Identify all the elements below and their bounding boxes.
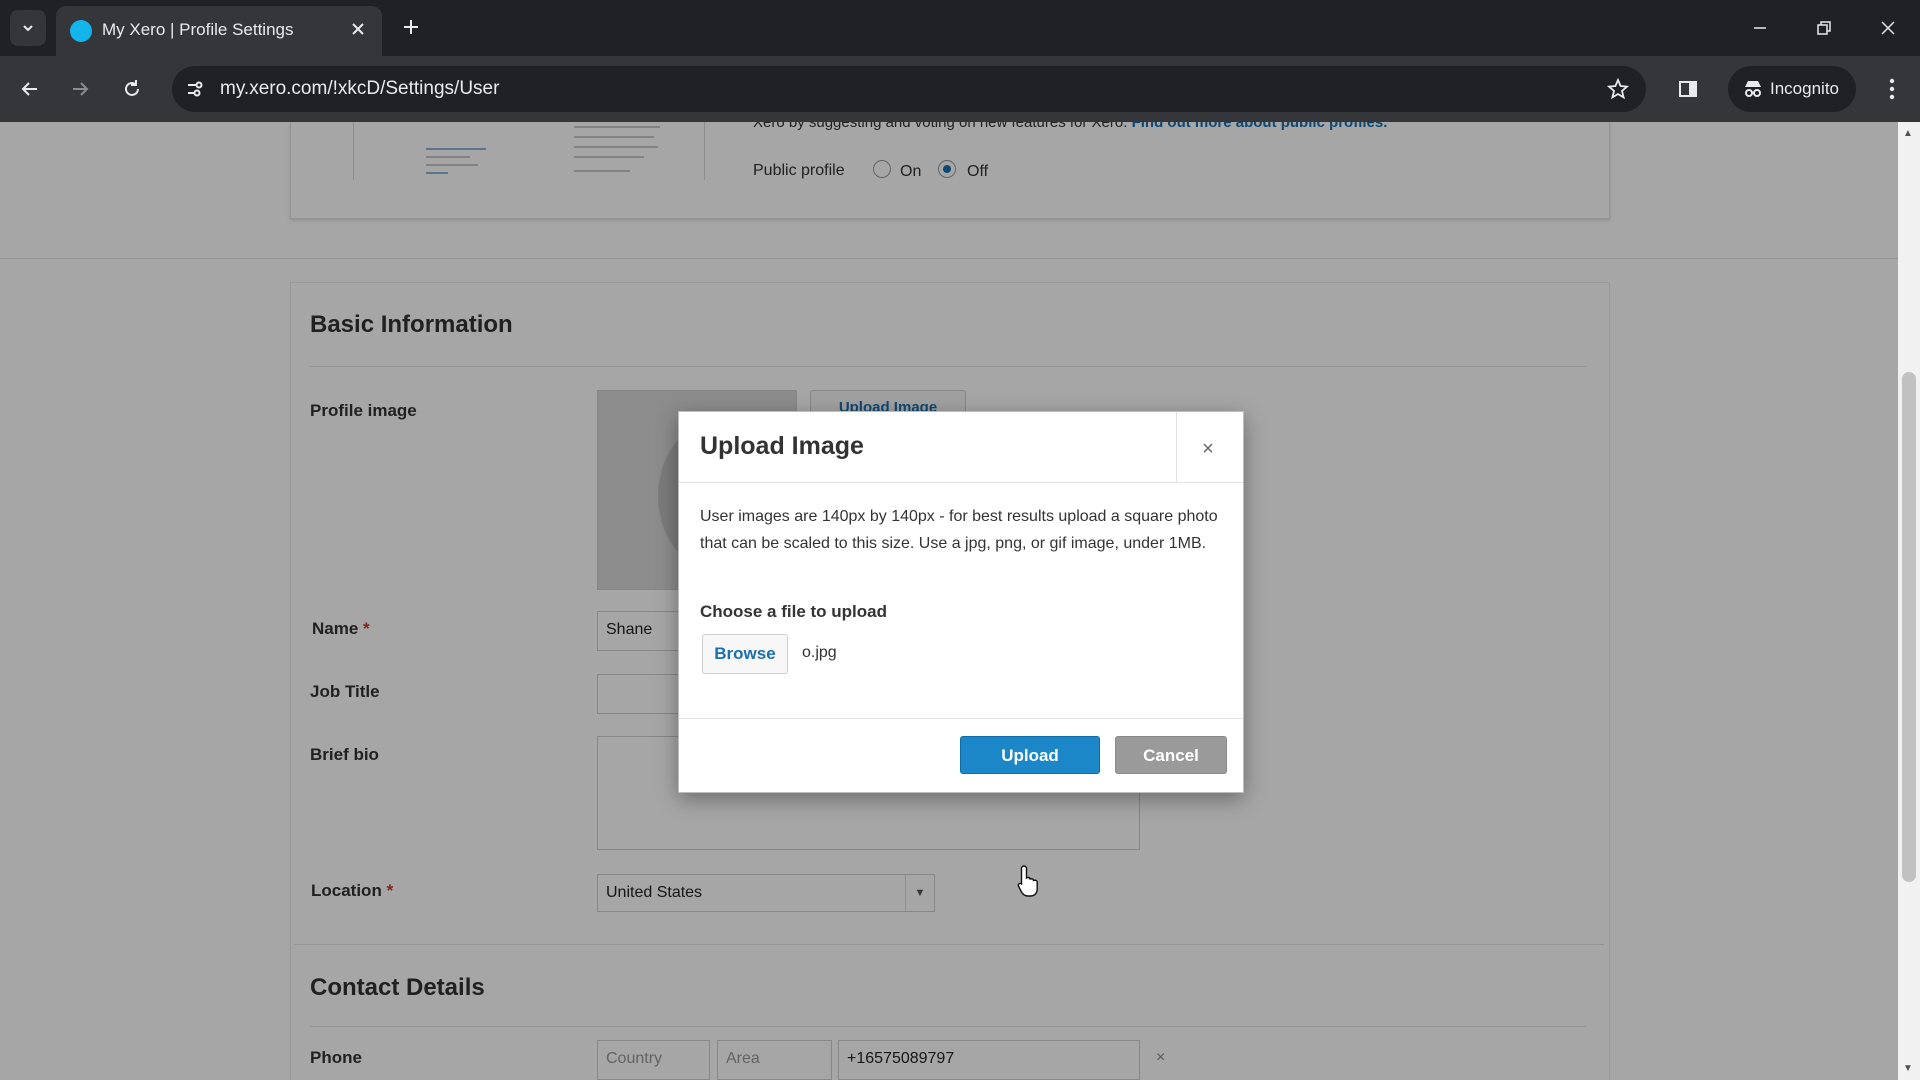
dialog-title: Upload Image — [700, 432, 864, 460]
close-icon[interactable]: × — [1191, 432, 1225, 466]
kebab-menu-icon[interactable] — [1876, 73, 1908, 105]
star-icon[interactable] — [1604, 75, 1632, 103]
cancel-button[interactable]: Cancel — [1115, 736, 1227, 774]
close-icon[interactable] — [1856, 0, 1920, 56]
upload-button[interactable]: Upload — [960, 736, 1100, 774]
address-bar[interactable]: my.xero.com/!xkcD/Settings/User — [172, 66, 1646, 112]
side-panel-icon[interactable] — [1672, 73, 1704, 105]
browse-button[interactable]: Browse — [702, 634, 788, 674]
reload-icon[interactable] — [116, 73, 148, 105]
restore-icon[interactable] — [1792, 0, 1856, 56]
back-arrow-icon[interactable] — [14, 73, 46, 105]
choose-file-label: Choose a file to upload — [700, 602, 888, 621]
incognito-icon — [1745, 81, 1761, 97]
forward-arrow-icon[interactable] — [64, 73, 96, 105]
divider — [1176, 412, 1177, 482]
divider — [679, 482, 1243, 483]
pointer-cursor-icon — [1017, 865, 1038, 897]
browser-tab-bar: My Xero | Profile Settings — [0, 0, 1920, 56]
scroll-up-icon[interactable]: ▲ — [1903, 128, 1913, 139]
scroll-down-icon[interactable]: ▼ — [1903, 1063, 1913, 1074]
incognito-label: Incognito — [1770, 79, 1839, 98]
minimize-icon[interactable] — [1728, 0, 1792, 56]
tab-title: My Xero | Profile Settings — [102, 20, 294, 39]
dialog-description: User images are 140px by 140px - for bes… — [700, 508, 1218, 552]
browser-tab[interactable]: My Xero | Profile Settings — [56, 6, 382, 56]
site-info-icon[interactable] — [182, 76, 208, 102]
close-icon[interactable] — [346, 17, 370, 41]
tab-search-icon[interactable] — [10, 10, 46, 46]
page-viewport: Xero by suggesting and voting on new fea… — [0, 122, 1898, 1080]
xero-favicon-icon — [70, 20, 92, 42]
upload-image-dialog: Upload Image × User images are 140px by … — [678, 411, 1244, 793]
page-scrollbar[interactable]: ▲ ▼ — [1898, 122, 1920, 1080]
plus-icon[interactable] — [396, 12, 426, 42]
incognito-indicator[interactable]: Incognito — [1728, 66, 1856, 112]
scrollbar-thumb[interactable] — [1902, 372, 1916, 882]
divider — [679, 718, 1243, 719]
browser-toolbar: my.xero.com/!xkcD/Settings/User Incognit… — [0, 56, 1920, 122]
selected-file-name: o.jpg — [802, 644, 837, 661]
url-text[interactable]: my.xero.com/!xkcD/Settings/User — [220, 78, 499, 100]
